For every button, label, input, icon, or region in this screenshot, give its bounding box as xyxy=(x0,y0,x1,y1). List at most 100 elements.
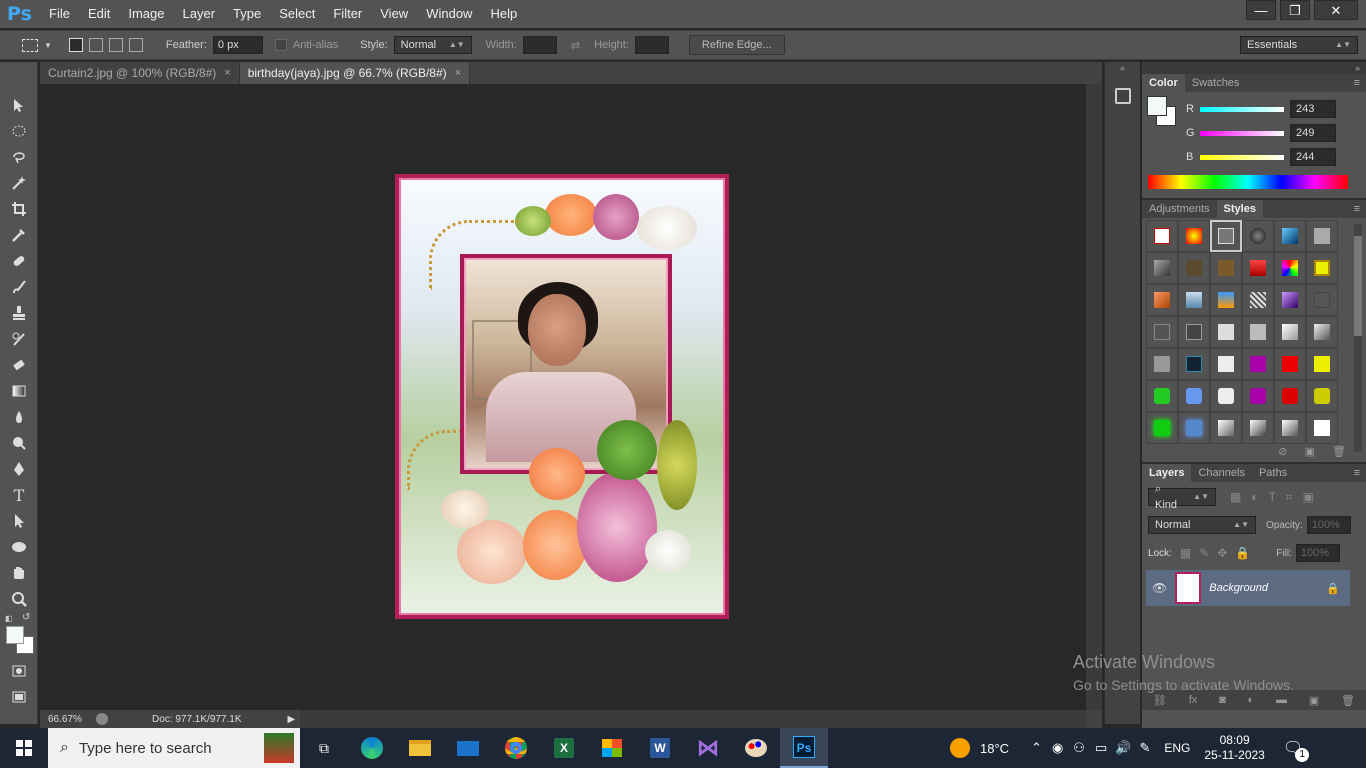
tab-layers[interactable]: Layers xyxy=(1142,464,1192,482)
minimize-button[interactable]: — xyxy=(1246,0,1276,20)
opacity-input[interactable]: 100% xyxy=(1306,516,1351,534)
edge-icon[interactable] xyxy=(348,728,396,768)
close-button[interactable]: ✕ xyxy=(1314,0,1358,20)
width-input[interactable] xyxy=(522,36,557,54)
adjustment-layer-icon[interactable]: ◐ xyxy=(1248,694,1255,706)
blend-mode-select[interactable]: Normal ▲▼ xyxy=(1148,516,1256,534)
new-layer-icon[interactable]: ▣ xyxy=(1309,694,1319,707)
style-swatch[interactable] xyxy=(1146,316,1178,348)
style-swatch[interactable] xyxy=(1274,348,1306,380)
green-value[interactable]: 249 xyxy=(1290,124,1336,142)
elliptical-marquee-icon[interactable] xyxy=(0,118,38,144)
network-icon[interactable]: ▭ xyxy=(1095,740,1107,756)
chrome-icon[interactable] xyxy=(492,728,540,768)
style-swatch[interactable] xyxy=(1306,252,1338,284)
style-swatch[interactable] xyxy=(1178,220,1210,252)
new-selection-icon[interactable] xyxy=(68,38,83,52)
collapse-arrows-icon[interactable]: « xyxy=(1105,62,1140,74)
delete-layer-icon[interactable]: 🗑 xyxy=(1341,694,1355,707)
task-view-icon[interactable]: ⧉ xyxy=(300,728,348,768)
healing-brush-icon[interactable] xyxy=(0,248,38,274)
style-swatch[interactable] xyxy=(1242,316,1274,348)
style-swatch[interactable] xyxy=(1242,380,1274,412)
tab-birthday[interactable]: birthday(jaya).jpg @ 66.7% (RGB/8#) × xyxy=(239,62,471,84)
weather-icon[interactable] xyxy=(950,738,970,758)
fx-icon[interactable]: fx xyxy=(1189,694,1198,706)
link-layers-icon[interactable]: ⛓ xyxy=(1153,694,1167,707)
magic-wand-icon[interactable] xyxy=(0,170,38,196)
foreground-color[interactable] xyxy=(6,626,24,644)
color-spectrum[interactable] xyxy=(1148,175,1348,189)
word-icon[interactable]: W xyxy=(636,728,684,768)
history-brush-icon[interactable] xyxy=(0,326,38,352)
refine-edge-button[interactable]: Refine Edge... xyxy=(688,35,785,55)
style-swatch[interactable] xyxy=(1274,316,1306,348)
style-swatch[interactable] xyxy=(1242,284,1274,316)
horizontal-scrollbar[interactable] xyxy=(300,710,1086,728)
menu-image[interactable]: Image xyxy=(119,0,173,28)
green-slider[interactable] xyxy=(1200,130,1284,136)
new-group-icon[interactable]: ▬ xyxy=(1276,694,1287,706)
dodge-tool-icon[interactable] xyxy=(0,430,38,456)
new-style-icon[interactable]: ▣ xyxy=(1305,446,1315,458)
default-colors-icon[interactable]: ◧ xyxy=(5,614,13,623)
style-swatch[interactable] xyxy=(1274,284,1306,316)
style-swatch[interactable] xyxy=(1210,284,1242,316)
style-swatch[interactable] xyxy=(1146,412,1178,444)
store-icon[interactable] xyxy=(588,728,636,768)
style-swatch[interactable] xyxy=(1274,252,1306,284)
style-swatch[interactable] xyxy=(1210,316,1242,348)
workspace-select[interactable]: Essentials ▲▼ xyxy=(1240,36,1358,54)
menu-type[interactable]: Type xyxy=(224,0,270,28)
add-mask-icon[interactable]: ◙ xyxy=(1219,694,1226,706)
pen-tool-icon[interactable] xyxy=(0,456,38,482)
style-swatch[interactable] xyxy=(1242,348,1274,380)
red-value[interactable]: 243 xyxy=(1290,100,1336,118)
zoom-tool-icon[interactable] xyxy=(0,586,38,612)
style-swatch[interactable] xyxy=(1274,380,1306,412)
tab-styles[interactable]: Styles xyxy=(1216,200,1263,218)
menu-edit[interactable]: Edit xyxy=(79,0,119,28)
notification-center-icon[interactable]: 🗨 1 xyxy=(1283,738,1310,762)
mail-icon[interactable] xyxy=(444,728,492,768)
layer-row-background[interactable]: 👁 Background 🔒 xyxy=(1146,570,1350,606)
red-slider[interactable] xyxy=(1200,106,1284,112)
style-swatch[interactable] xyxy=(1146,252,1178,284)
visual-studio-icon[interactable]: ⋈ xyxy=(684,728,732,768)
photoshop-taskbar-icon[interactable]: Ps xyxy=(780,728,828,768)
style-swatch[interactable] xyxy=(1306,348,1338,380)
shape-tool-icon[interactable] xyxy=(0,534,38,560)
style-swatch[interactable] xyxy=(1146,380,1178,412)
style-swatch[interactable] xyxy=(1178,412,1210,444)
style-swatch[interactable] xyxy=(1146,348,1178,380)
panel-menu-icon[interactable]: ≡ xyxy=(1354,77,1360,89)
style-swatch[interactable] xyxy=(1306,284,1338,316)
lock-options-icons[interactable]: ▦✎✥🔒 xyxy=(1180,546,1258,560)
clock[interactable]: 08:09 25-11-2023 xyxy=(1204,733,1265,763)
brush-tool-icon[interactable] xyxy=(0,274,38,300)
eye-icon[interactable]: 👁 xyxy=(1152,581,1167,595)
styles-scrollbar[interactable] xyxy=(1354,224,1362,452)
taskbar-search-box[interactable]: ⌕ Type here to search xyxy=(48,728,300,768)
tab-adjustments[interactable]: Adjustments xyxy=(1142,200,1217,218)
zoom-level[interactable]: 66.67% xyxy=(48,714,92,725)
close-icon[interactable]: × xyxy=(224,62,230,84)
eraser-icon[interactable] xyxy=(0,352,38,378)
screen-mode-icon[interactable] xyxy=(0,684,38,710)
tab-paths[interactable]: Paths xyxy=(1252,464,1294,482)
style-swatch[interactable] xyxy=(1274,220,1306,252)
style-swatch[interactable] xyxy=(1242,220,1274,252)
style-swatch[interactable] xyxy=(1210,380,1242,412)
hand-tool-icon[interactable] xyxy=(0,560,38,586)
menu-window[interactable]: Window xyxy=(417,0,481,28)
document-image[interactable] xyxy=(395,174,729,619)
subtract-selection-icon[interactable] xyxy=(108,38,123,52)
fill-input[interactable]: 100% xyxy=(1295,544,1340,562)
style-select[interactable]: Normal ▲▼ xyxy=(393,36,472,54)
move-tool-icon[interactable] xyxy=(0,92,38,118)
restore-button[interactable]: ❐ xyxy=(1280,0,1310,20)
style-swatch[interactable] xyxy=(1146,220,1178,252)
excel-icon[interactable]: X xyxy=(540,728,588,768)
style-swatch[interactable] xyxy=(1210,348,1242,380)
file-explorer-icon[interactable] xyxy=(396,728,444,768)
